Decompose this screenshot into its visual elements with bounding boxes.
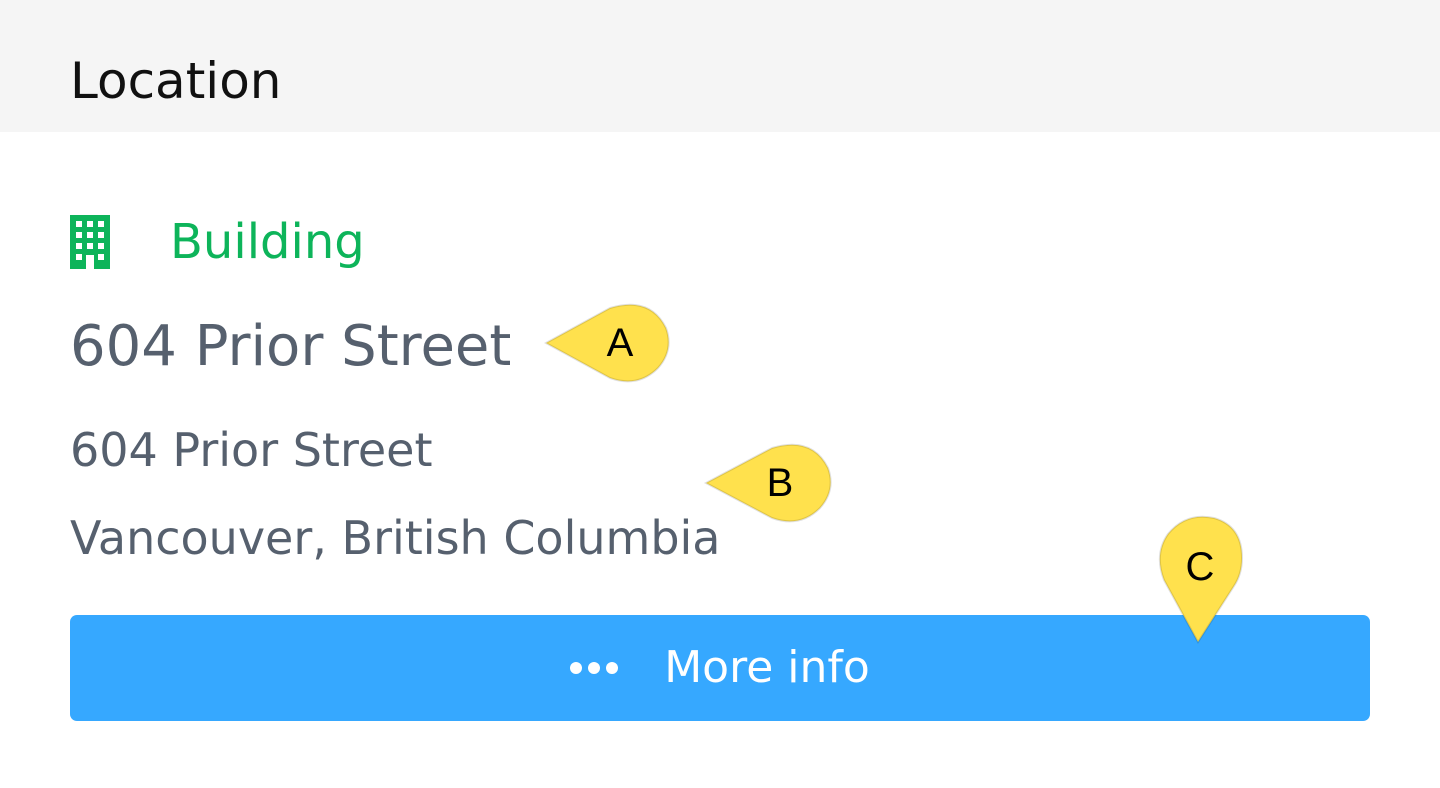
header-bar: Location xyxy=(0,0,1440,132)
address-line-1: 604 Prior Street xyxy=(70,423,433,477)
callout-a: A xyxy=(540,298,690,398)
callout-c: C xyxy=(1156,512,1246,646)
callout-b-label: B xyxy=(766,461,794,505)
header-title: Location xyxy=(70,52,282,110)
location-type-row: Building xyxy=(70,210,365,274)
more-info-label: More info xyxy=(664,642,870,693)
building-icon xyxy=(70,214,140,270)
callout-b: B xyxy=(700,438,850,538)
location-type-label: Building xyxy=(170,214,365,270)
location-name: 604 Prior Street xyxy=(70,314,512,379)
address-line-2: Vancouver, British Columbia xyxy=(70,511,721,565)
callout-a-label: A xyxy=(606,321,634,365)
ellipsis-icon xyxy=(570,662,619,674)
callout-c-label: C xyxy=(1185,545,1215,589)
